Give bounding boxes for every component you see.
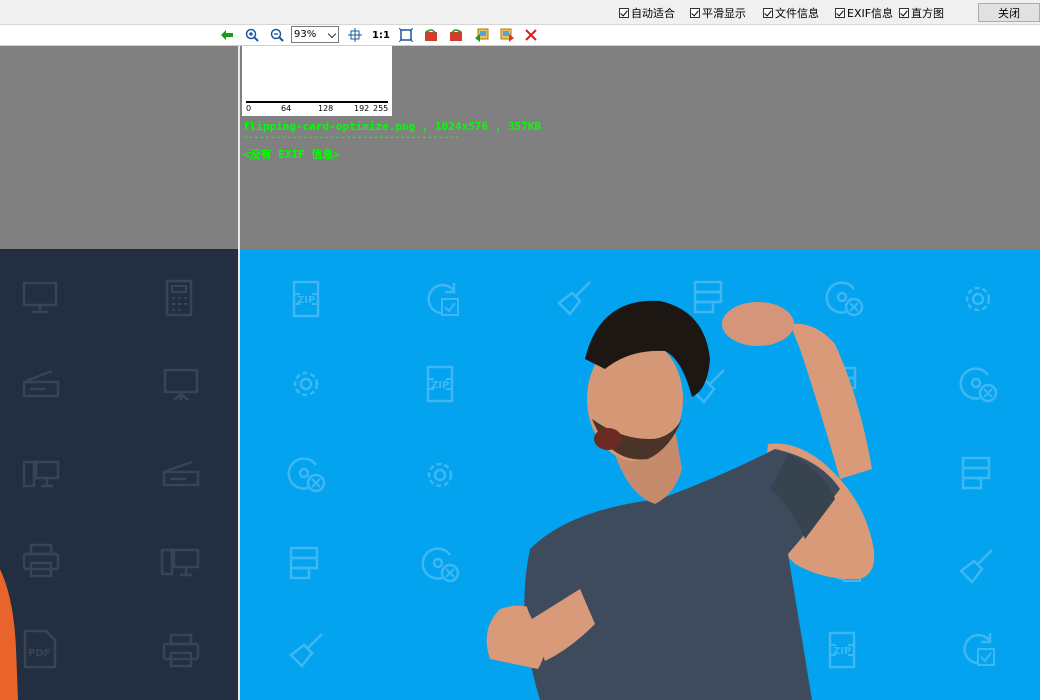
computer-icon [22, 460, 60, 488]
server-refresh-icon [289, 546, 319, 580]
checkbox-icon [899, 8, 909, 18]
presentation-icon [163, 368, 199, 401]
info-separator: ---------------------------------------- [243, 133, 460, 143]
zoom-in-icon [245, 28, 259, 42]
zoom-in-button[interactable] [244, 27, 260, 43]
smooth-display-label: 平滑显示 [702, 7, 746, 20]
options-bar: 自动适合 平滑显示 文件信息 EXIF信息 直方图 关闭 [0, 0, 1040, 25]
svg-text:PDF: PDF [28, 648, 50, 659]
previous-image-button[interactable] [474, 27, 490, 43]
disc-remove-icon [287, 457, 326, 493]
checkbox-icon [619, 8, 629, 18]
broom-icon [959, 549, 993, 584]
svg-text:ZIP: ZIP [297, 295, 315, 306]
checkbox-icon [763, 8, 773, 18]
next-image-icon [500, 28, 514, 42]
histogram-tick: 192 [354, 104, 370, 113]
refresh-check-icon [963, 633, 995, 666]
printer-icon [22, 543, 60, 578]
exif-info-line: <没有 EXIF 信息> [243, 148, 340, 161]
exif-info-label: EXIF信息 [847, 7, 894, 20]
checkbox-icon [835, 8, 845, 18]
rotate-right-button[interactable] [448, 27, 464, 43]
zoom-value: 93% [294, 29, 317, 40]
actual-size-button[interactable]: 1:1 [372, 27, 390, 43]
fit-width-icon [348, 28, 362, 42]
close-image-button[interactable] [523, 27, 539, 43]
disc-remove-icon [959, 367, 998, 403]
orange-figure-edge [0, 569, 18, 700]
scanner-icon [162, 460, 200, 487]
server-refresh-icon [961, 456, 991, 490]
histogram-tick: 0 [246, 104, 252, 113]
calculator-icon [165, 279, 193, 317]
viewer-background-left [0, 46, 238, 249]
exif-info-checkbox[interactable]: EXIF信息 [835, 6, 893, 20]
rotate-left-icon [425, 29, 437, 41]
red-x-icon [525, 29, 537, 41]
histogram-tick: 255 [373, 104, 389, 113]
zoom-out-icon [270, 28, 284, 42]
next-image-button[interactable] [499, 27, 515, 43]
auto-fit-label: 自动适合 [631, 7, 675, 20]
printer-icon [162, 633, 200, 668]
viewer-toolbar: 93% 1:1 [0, 25, 1040, 46]
zoom-select[interactable]: 93% [291, 26, 339, 43]
zip-file-icon: ZIP [292, 280, 320, 318]
auto-fit-checkbox[interactable]: 自动适合 [619, 6, 675, 20]
fit-window-button[interactable] [347, 27, 363, 43]
gear-icon [965, 286, 991, 312]
fit-screen-icon [399, 28, 413, 42]
file-info-line: flipping-card-optimize.png , 1024x576 , … [243, 120, 542, 133]
checkbox-icon [690, 8, 700, 18]
previous-image-icon [475, 28, 489, 42]
smooth-display-checkbox[interactable]: 平滑显示 [690, 6, 746, 20]
image-dark-panel: PDF [0, 249, 238, 700]
file-info-label: 文件信息 [775, 7, 819, 20]
histogram-panel: 0 64 128 192 255 [242, 46, 392, 116]
histogram-tick: 64 [281, 104, 292, 113]
pdf-file-icon: PDF [23, 629, 57, 669]
rotate-right-icon [450, 29, 462, 41]
rotate-left-button[interactable] [423, 27, 439, 43]
image-blue-panel: ZIP ZIP ZIP [240, 249, 1040, 700]
scanner-icon [22, 369, 60, 398]
back-button[interactable] [219, 27, 235, 43]
zoom-out-button[interactable] [269, 27, 285, 43]
histogram-label: 直方图 [911, 7, 944, 20]
histogram-baseline [246, 101, 388, 103]
file-info-checkbox[interactable]: 文件信息 [763, 6, 819, 20]
gear-icon [293, 371, 319, 397]
chevron-down-icon [327, 29, 337, 39]
broom-icon [289, 633, 323, 668]
computer-icon [160, 548, 200, 577]
cheering-man-photo [486, 300, 875, 700]
histogram-tick: 128 [318, 104, 334, 113]
green-left-arrow-icon [221, 30, 233, 40]
close-button[interactable]: 关闭 [978, 3, 1040, 22]
histogram-checkbox[interactable]: 直方图 [899, 6, 944, 20]
full-screen-button[interactable] [398, 27, 414, 43]
monitor-icon [22, 281, 58, 314]
